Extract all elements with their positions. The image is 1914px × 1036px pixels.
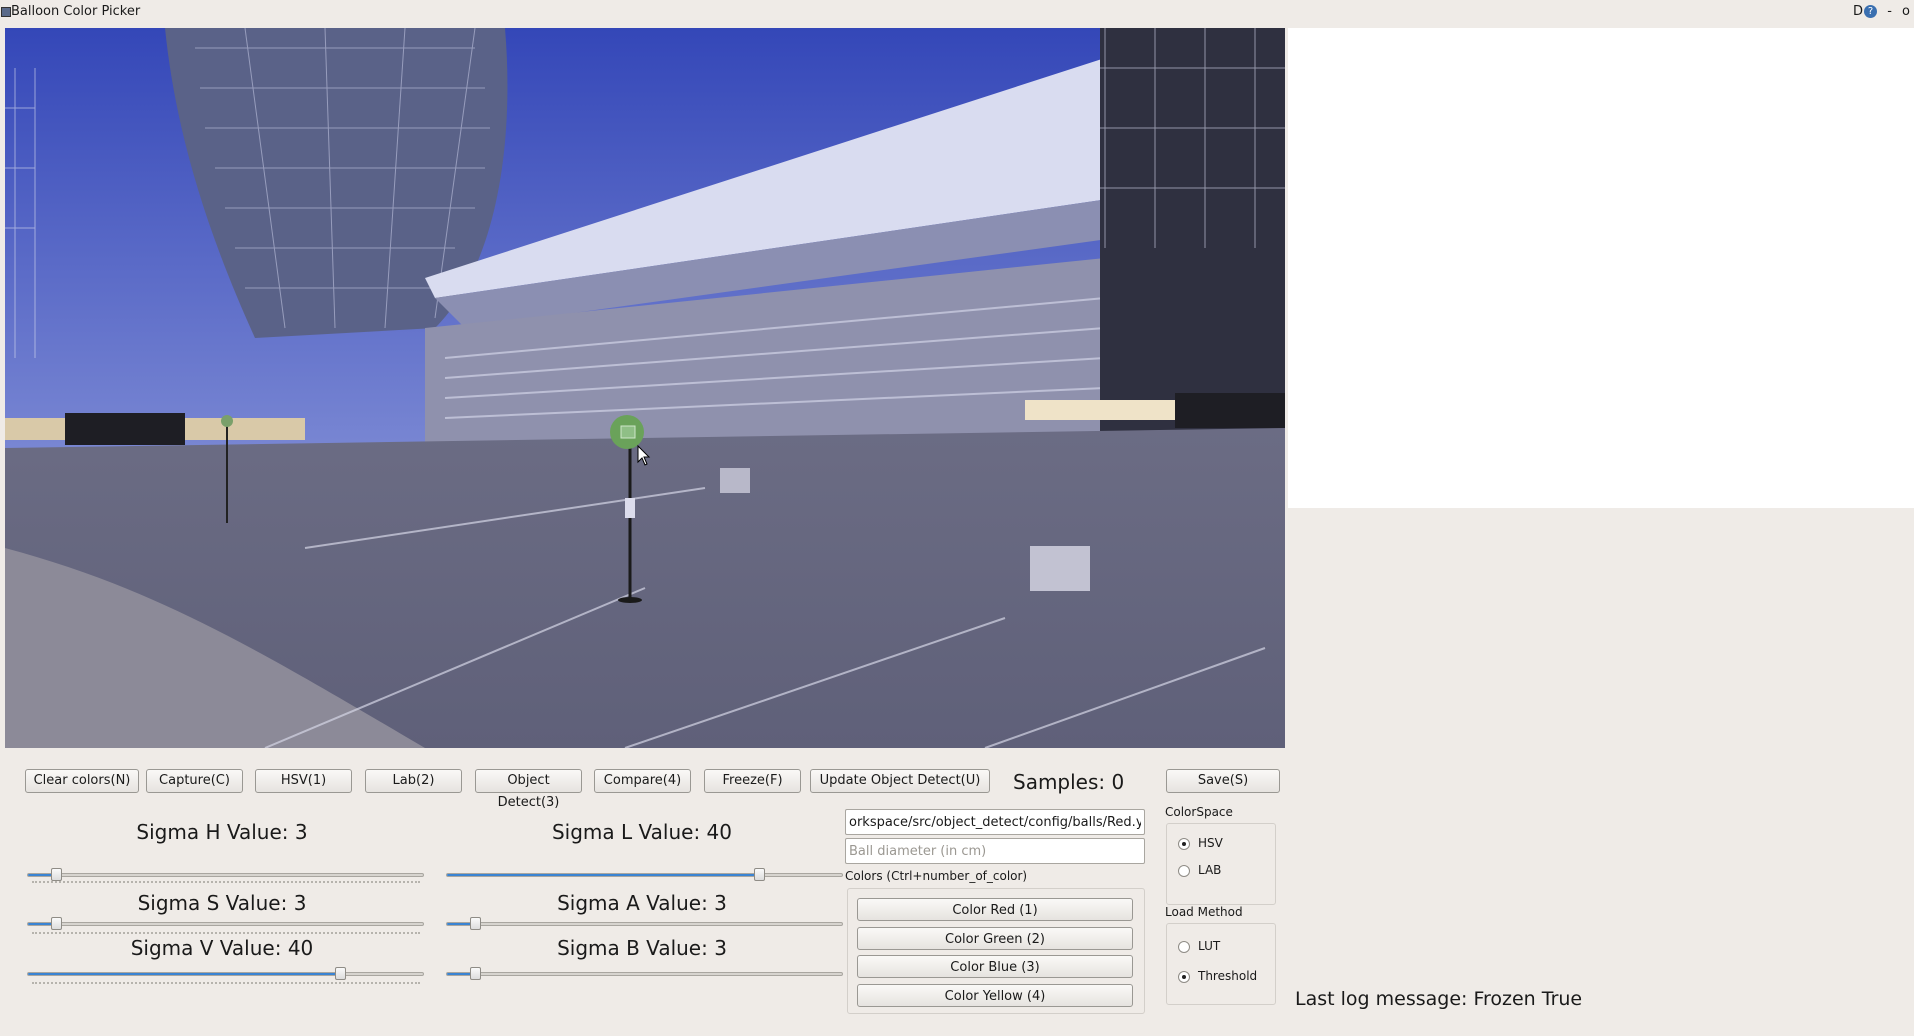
- lut-radio[interactable]: [1178, 940, 1190, 953]
- hsv-button[interactable]: HSV(1): [255, 769, 352, 793]
- app-icon: [1, 7, 11, 17]
- camera-view[interactable]: [5, 28, 1285, 748]
- lab-radio-label: LAB: [1198, 863, 1222, 877]
- color-green-button[interactable]: Color Green (2): [857, 927, 1133, 950]
- compare-button[interactable]: Compare(4): [594, 769, 691, 793]
- load-method-threshold-option[interactable]: Threshold: [1178, 967, 1257, 985]
- sigma-a-handle[interactable]: [470, 917, 481, 930]
- hsv-radio[interactable]: [1178, 837, 1190, 850]
- sigma-b-label: Sigma B Value: 3: [557, 936, 727, 960]
- samples-count: Samples: 0: [1013, 770, 1125, 794]
- window-controls: D? - o: [1847, 0, 1910, 23]
- threshold-radio[interactable]: [1178, 970, 1190, 983]
- sigma-h-ticks: [32, 878, 420, 883]
- sigma-b-handle[interactable]: [470, 967, 481, 980]
- maximize-button[interactable]: o: [1902, 4, 1910, 19]
- color-red-button[interactable]: Color Red (1): [857, 898, 1133, 921]
- sigma-v-ticks: [32, 979, 420, 984]
- lab-radio[interactable]: [1178, 864, 1190, 877]
- capture-button[interactable]: Capture(C): [146, 769, 243, 793]
- sigma-h-slider[interactable]: [27, 868, 424, 881]
- d-button[interactable]: D: [1853, 4, 1863, 19]
- sigma-l-fill: [447, 874, 759, 876]
- load-method-lut-option[interactable]: LUT: [1178, 937, 1220, 955]
- lab-button[interactable]: Lab(2): [365, 769, 462, 793]
- colors-label: Colors (Ctrl+number_of_color): [845, 869, 1028, 883]
- camera-image: [5, 28, 1285, 748]
- last-log-message: Last log message: Frozen True: [1295, 988, 1583, 1010]
- sigma-l-slider[interactable]: [446, 868, 843, 881]
- clear-colors-button[interactable]: Clear colors(N): [25, 769, 139, 793]
- sigma-s-ticks: [32, 929, 420, 934]
- sigma-s-slider[interactable]: [27, 917, 424, 930]
- color-yellow-button[interactable]: Color Yellow (4): [857, 984, 1133, 1007]
- load-method-group: [1166, 923, 1276, 1005]
- threshold-radio-label: Threshold: [1198, 969, 1258, 983]
- load-method-label: Load Method: [1165, 905, 1243, 919]
- sigma-v-slider[interactable]: [27, 967, 424, 980]
- sigma-a-slider[interactable]: [446, 917, 843, 930]
- lut-radio-label: LUT: [1198, 939, 1221, 953]
- sigma-l-handle[interactable]: [754, 868, 765, 881]
- sigma-v-label: Sigma V Value: 40: [130, 936, 314, 960]
- update-object-detect-button[interactable]: Update Object Detect(U): [810, 769, 990, 793]
- sigma-b-slider[interactable]: [446, 967, 843, 980]
- colorspace-lab-option[interactable]: LAB: [1178, 861, 1221, 879]
- window-title: Balloon Color Picker: [11, 4, 141, 19]
- title-bar: Balloon Color Picker D? - o: [0, 0, 1914, 23]
- save-button[interactable]: Save(S): [1166, 769, 1280, 793]
- colorspace-hsv-option[interactable]: HSV: [1178, 834, 1223, 852]
- sigma-l-label: Sigma L Value: 40: [551, 820, 732, 844]
- ball-diameter-input[interactable]: [845, 838, 1145, 864]
- colorspace-label: ColorSpace: [1165, 805, 1233, 819]
- object-detect-button[interactable]: Object Detect(3): [475, 769, 582, 810]
- sigma-s-label: Sigma S Value: 3: [137, 891, 307, 915]
- minimize-button[interactable]: -: [1887, 4, 1892, 19]
- sigma-h-label: Sigma H Value: 3: [136, 820, 308, 844]
- sigma-a-label: Sigma A Value: 3: [557, 891, 727, 915]
- sigma-v-fill: [28, 973, 340, 975]
- help-icon[interactable]: ?: [1864, 5, 1878, 18]
- hsv-radio-label: HSV: [1198, 836, 1223, 850]
- freeze-button[interactable]: Freeze(F): [704, 769, 801, 793]
- config-path-input[interactable]: [845, 809, 1145, 835]
- secondary-view: [1288, 28, 1914, 508]
- color-blue-button[interactable]: Color Blue (3): [857, 955, 1133, 978]
